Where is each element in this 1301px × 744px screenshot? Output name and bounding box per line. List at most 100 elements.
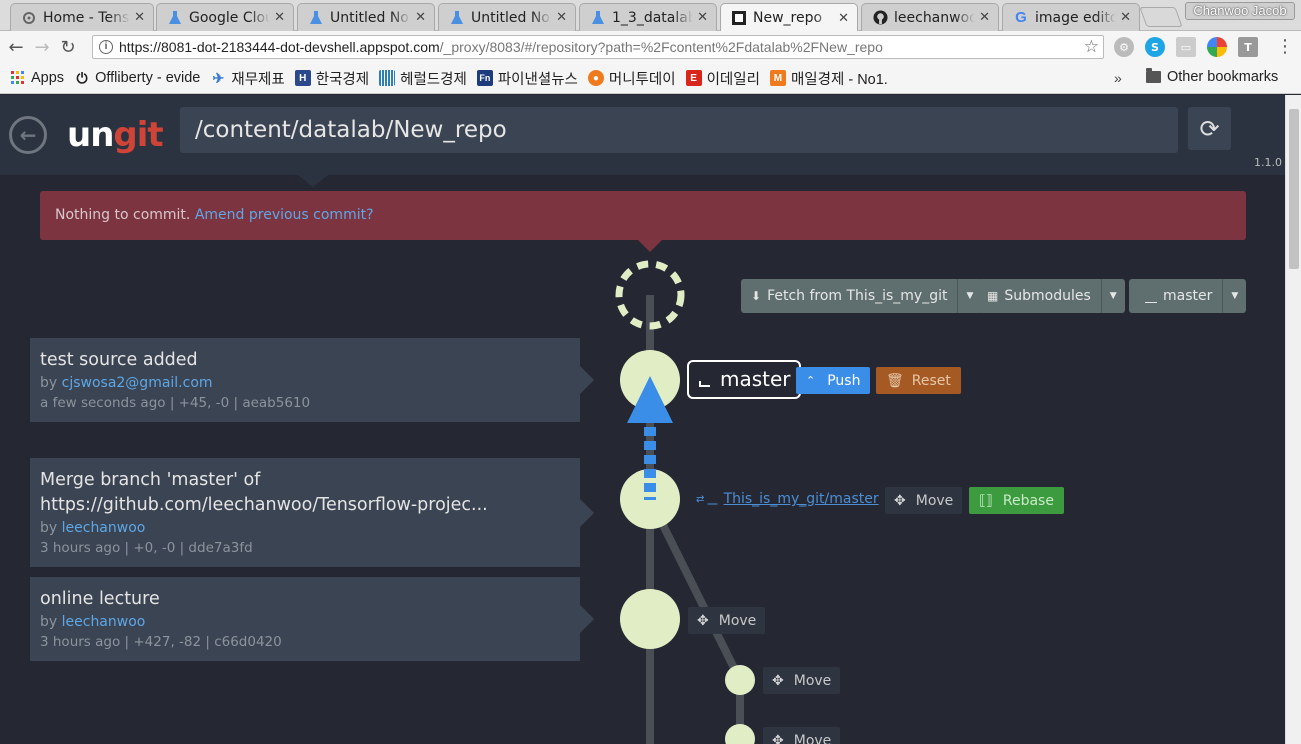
bookmarks-bar: Apps ⏻ Offliberty - evide ✈ 재무제표 H 한국경제 … [0, 63, 1301, 94]
tab-new-repo[interactable]: New_repo ✕ [720, 3, 858, 32]
commit-card[interactable]: Merge branch 'master' of https://github.… [30, 458, 594, 567]
tab-google-cloud[interactable]: Google Clou ✕ [156, 3, 294, 31]
chrome-extension-icon[interactable] [1207, 37, 1227, 57]
trash-icon: 🗑 [886, 372, 904, 389]
commit-node[interactable] [725, 724, 755, 744]
ungit-app: ← ungit /content/datalab/New_repo ⟳ 1.1.… [0, 95, 1285, 744]
tab-untitled-2[interactable]: Untitled No ✕ [438, 3, 576, 31]
commit-meta: a few seconds ago | +45, -0 | aeab5610 [40, 395, 311, 411]
commit-card[interactable]: online lecture by leechanwoo 3 hours ago… [30, 577, 594, 661]
mk-logo-icon: M [769, 70, 786, 86]
push-button[interactable]: ⌃ Push [796, 367, 871, 394]
bookmark-hankyung[interactable]: H 한국경제 [294, 68, 369, 89]
github-icon [872, 10, 888, 26]
bookmark-star-icon[interactable]: ☆ [1084, 37, 1099, 57]
nothing-to-commit-banner: Nothing to commit. Amend previous commit… [40, 191, 1246, 240]
app-header: ← ungit /content/datalab/New_repo ⟳ 1.1.… [0, 95, 1285, 175]
bookmark-herald[interactable]: 헤럴드경제 [379, 68, 467, 89]
bookmark-financial-statements[interactable]: ✈ 재무제표 [210, 68, 285, 89]
move-button[interactable]: ✥ Move [885, 487, 963, 514]
close-icon[interactable]: ✕ [697, 10, 708, 25]
new-tab-button[interactable] [1139, 7, 1183, 27]
forward-arrow-icon[interactable]: → [29, 34, 55, 60]
bookmark-label: Offliberty - evide [95, 70, 201, 86]
tab-title: Google Clou [189, 9, 271, 26]
scrollbar-thumb[interactable] [1289, 109, 1299, 269]
reset-button[interactable]: 🗑 Reset [876, 367, 961, 394]
commit-author-link[interactable]: cjswosa2@gmail.com [62, 375, 213, 391]
commit-node[interactable] [725, 665, 755, 695]
close-icon[interactable]: ✕ [415, 10, 426, 25]
fetch-button[interactable]: ⬇ Fetch from This_is_my_git [741, 279, 958, 313]
move-button[interactable]: ✥ Move [688, 607, 766, 634]
download-icon: ⬇ [751, 289, 762, 303]
cast-icon[interactable]: ▭ [1176, 37, 1196, 57]
branch-dropdown-caret-icon[interactable]: ▼ [1222, 279, 1247, 313]
fetch-button-group: ⬇ Fetch from This_is_my_git ▼ [741, 279, 982, 313]
other-bookmarks[interactable]: Other bookmarks [1146, 68, 1278, 85]
commit-message: Merge branch 'master' of https://github.… [40, 470, 488, 515]
tab-title: leechanwoo [894, 9, 976, 26]
close-icon[interactable]: ✕ [556, 10, 567, 25]
submodules-dropdown-caret-icon[interactable]: ▼ [1100, 279, 1125, 313]
menu-dots-icon[interactable]: ⋮ [1276, 37, 1294, 57]
bookmark-apps[interactable]: Apps [10, 70, 64, 86]
back-arrow-icon[interactable]: ← [3, 34, 29, 60]
close-icon[interactable]: ✕ [274, 10, 285, 25]
move-arrows-icon: ✥ [772, 672, 784, 689]
amend-previous-commit-link[interactable]: Amend previous commit? [195, 207, 374, 223]
refresh-icon[interactable]: ⟳ [1188, 107, 1231, 150]
bookmark-mk[interactable]: M 매일경제 - No1. 경 [769, 68, 891, 89]
card-pointer [580, 605, 594, 633]
bookmark-label: 재무제표 [231, 71, 285, 88]
commit-message: online lecture [40, 589, 160, 609]
commit-card[interactable]: test source added by cjswosa2@gmail.com … [30, 338, 594, 422]
bookmarks-overflow-chevron-icon[interactable]: » [1114, 70, 1122, 86]
move-button[interactable]: ✥ Move [763, 667, 841, 694]
datalab-flask-icon [449, 10, 465, 26]
bookmark-edaily[interactable]: E 이데일리 [685, 68, 760, 89]
grid-icon: ▦ [987, 289, 999, 303]
page-scrollbar[interactable] [1285, 95, 1301, 744]
tab-title: Home - Tens [43, 9, 130, 26]
submodules-button-group: ▦ Submodules ▼ [977, 279, 1125, 313]
tab-datalab[interactable]: 1_3_datalab ✕ [579, 3, 717, 31]
t-extension-icon[interactable]: T [1238, 37, 1258, 57]
bird-icon: ✈ [212, 69, 225, 86]
close-icon[interactable]: ✕ [838, 11, 849, 26]
profile-name[interactable]: Chanwoo Jacob [1185, 2, 1295, 20]
tab-untitled-1[interactable]: Untitled No ✕ [297, 3, 435, 31]
commit-author-link[interactable]: leechanwoo [62, 614, 146, 630]
tab-home[interactable]: Home - Tens ✕ [10, 3, 154, 31]
remote-branch-ref[interactable]: ⇄ ⎽ This_is_my_git/master [696, 491, 879, 507]
bookmark-moneytoday[interactable]: ● 머니투데이 [587, 68, 676, 89]
move-arrows-icon: ✥ [894, 492, 906, 509]
bookmark-fnnews[interactable]: Fn 파이낸셜뉴스 [476, 68, 578, 89]
skype-icon[interactable]: S [1145, 37, 1165, 57]
extension-gear-icon[interactable]: ⚙ [1114, 37, 1134, 57]
tab-github[interactable]: leechanwoo ✕ [861, 3, 999, 31]
push-up-icon: ⌃ [806, 374, 816, 387]
back-circle-icon[interactable]: ← [9, 116, 47, 154]
address-bar[interactable]: i https://8081-dot-2183444-dot-devshell.… [92, 35, 1104, 59]
rebase-button[interactable]: ⟦⟧ Rebase [969, 487, 1064, 514]
bookmark-label: 매일경제 - No1. 경 [790, 71, 891, 88]
move-button[interactable]: ✥ Move [763, 727, 841, 744]
close-icon[interactable]: ✕ [1120, 10, 1131, 25]
submodules-button[interactable]: ▦ Submodules [977, 279, 1101, 313]
rebase-icon: ⟦⟧ [979, 492, 993, 509]
branch-button[interactable]: ⎽ master [1129, 279, 1223, 313]
branch-icon: ⎽ [1145, 288, 1158, 303]
info-icon[interactable]: i [99, 40, 113, 54]
commit-author-link[interactable]: leechanwoo [62, 520, 146, 536]
bookmark-label: 머니투데이 [608, 71, 676, 88]
bookmark-offliberty[interactable]: ⏻ Offliberty - evide [74, 70, 201, 87]
ungit-logo[interactable]: ungit [67, 117, 164, 153]
reload-icon[interactable]: ↻ [55, 34, 81, 60]
close-icon[interactable]: ✕ [979, 10, 990, 25]
tab-image-editor[interactable]: G image edito ✕ [1002, 3, 1140, 31]
repo-path-input[interactable]: /content/datalab/New_repo [180, 107, 1178, 153]
commit-node[interactable] [620, 589, 680, 649]
close-icon[interactable]: ✕ [134, 10, 145, 25]
local-branch-ref-master[interactable]: master [687, 360, 801, 399]
